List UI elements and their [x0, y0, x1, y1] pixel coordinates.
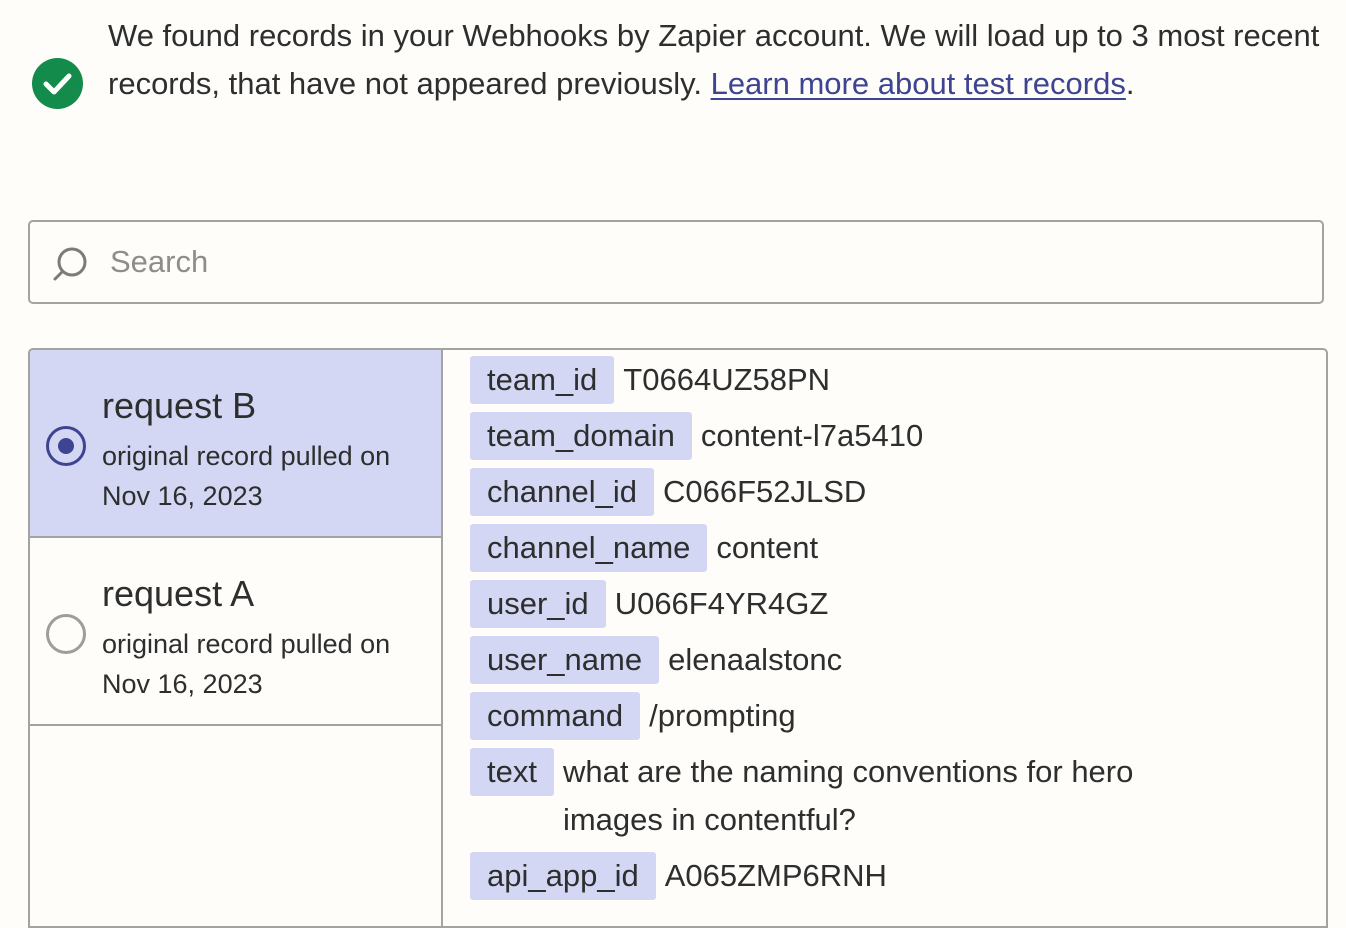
- field-row: team_id T0664UZ58PN: [470, 356, 1310, 404]
- record-subtitle: original record pulled on Nov 16, 2023: [102, 441, 391, 511]
- banner-message: We found records in your Webhooks by Zap…: [108, 12, 1328, 108]
- check-circle-icon: [32, 58, 83, 109]
- radio-unselected-icon[interactable]: [46, 614, 86, 654]
- banner-message-suffix: .: [1125, 66, 1135, 101]
- field-row: user_id U066F4YR4GZ: [470, 580, 1310, 628]
- field-row: text what are the naming conventions for…: [470, 748, 1310, 844]
- search-input[interactable]: [110, 222, 1300, 302]
- field-key: channel_id: [470, 468, 654, 516]
- record-item-request-b[interactable]: request B original record pulled on Nov …: [30, 350, 441, 538]
- record-fields: team_id T0664UZ58PN team_domain content-…: [470, 356, 1310, 908]
- learn-more-link[interactable]: Learn more about test records: [711, 66, 1126, 101]
- field-value: what are the naming conventions for hero…: [562, 754, 1134, 837]
- field-key: text: [470, 748, 554, 796]
- field-value: content-l7a5410: [700, 418, 924, 453]
- field-key: api_app_id: [470, 852, 656, 900]
- field-key: user_id: [470, 580, 606, 628]
- field-value: U066F4YR4GZ: [614, 586, 829, 621]
- field-key: channel_name: [470, 524, 708, 572]
- field-value: C066F52JLSD: [662, 474, 867, 509]
- search-box: [28, 220, 1324, 304]
- record-title: request B: [102, 385, 257, 426]
- record-subtitle: original record pulled on Nov 16, 2023: [102, 629, 391, 699]
- field-row: user_name elenaalstonc: [470, 636, 1310, 684]
- field-row: channel_id C066F52JLSD: [470, 468, 1310, 516]
- search-icon: [50, 244, 90, 284]
- field-value: T0664UZ58PN: [623, 362, 831, 397]
- field-key: user_name: [470, 636, 660, 684]
- field-row: command /prompting: [470, 692, 1310, 740]
- field-row: api_app_id A065ZMP6RNH: [470, 852, 1310, 900]
- radio-dot: [58, 438, 74, 454]
- records-list: request B original record pulled on Nov …: [30, 350, 443, 926]
- record-item-request-a[interactable]: request A original record pulled on Nov …: [30, 538, 441, 726]
- field-row: channel_name content: [470, 524, 1310, 572]
- field-value: elenaalstonc: [668, 642, 843, 677]
- field-value: A065ZMP6RNH: [664, 858, 887, 893]
- record-title: request A: [102, 573, 255, 614]
- field-key: team_id: [470, 356, 615, 404]
- radio-selected-icon[interactable]: [46, 426, 86, 466]
- field-value: /prompting: [649, 698, 796, 733]
- field-key: command: [470, 692, 641, 740]
- field-row: team_domain content-l7a5410: [470, 412, 1310, 460]
- records-panel: request B original record pulled on Nov …: [28, 348, 1328, 928]
- field-value: content: [716, 530, 819, 565]
- field-key: team_domain: [470, 412, 692, 460]
